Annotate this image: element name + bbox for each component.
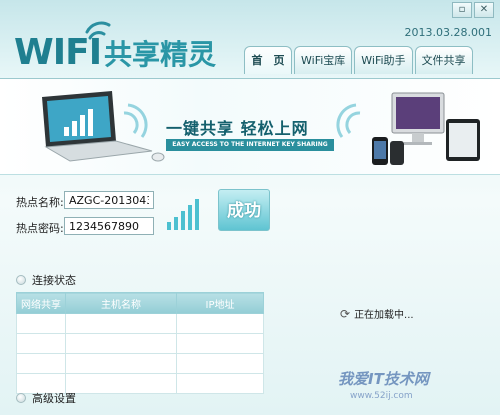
column-ip-address: IP地址 — [176, 292, 264, 314]
table-row — [16, 313, 264, 334]
hotspot-password-label: 热点密码: — [16, 222, 64, 235]
hotspot-password-input[interactable] — [64, 217, 154, 235]
advanced-settings-title: 高级设置 — [32, 392, 76, 405]
phone-icon — [372, 137, 404, 165]
restore-icon[interactable]: ▫ — [452, 2, 472, 18]
connection-status-title: 连接状态 — [32, 274, 76, 287]
advanced-settings-header[interactable]: 高级设置 — [16, 390, 76, 406]
svg-text:WIFI: WIFI — [14, 32, 101, 72]
refresh-icon: ⟳ — [340, 306, 351, 321]
window-controls: ▫ ✕ — [452, 2, 494, 18]
version-label: 2013.03.28.001 — [404, 26, 492, 39]
column-host-name: 主机名称 — [65, 292, 177, 314]
monitor-icon — [391, 92, 445, 145]
connection-status-header[interactable]: 连接状态 — [16, 272, 76, 288]
main-tabs: 首 页 WiFi宝库 WiFi助手 文件共享 — [244, 46, 473, 74]
promo-banner: 一键共享 轻松上网 EASY ACCESS TO THE INTERNET KE… — [0, 78, 500, 175]
app-logo: WIFI 共享精灵 — [12, 20, 222, 72]
tab-wifi-assistant[interactable]: WiFi助手 — [354, 46, 413, 74]
tab-file-sharing[interactable]: 文件共享 — [414, 46, 473, 74]
watermark-url: www.52ij.com — [350, 391, 413, 401]
title-bar: WIFI 共享精灵 ▫ ✕ 2013.03.28.001 首 页 WiFi宝库 … — [0, 0, 500, 78]
loading-text: 正在加载中... — [354, 310, 414, 321]
app-window: WIFI 共享精灵 ▫ ✕ 2013.03.28.001 首 页 WiFi宝库 … — [0, 0, 500, 415]
svg-text:共享精灵: 共享精灵 — [104, 38, 216, 71]
loading-status: ⟳ 正在加载中... — [340, 306, 414, 322]
connection-table: 网络共享 主机名称 IP地址 — [16, 292, 264, 394]
expand-dot-icon — [16, 393, 26, 403]
watermark-text: 我爱IT技术网 — [338, 370, 429, 388]
tablet-icon — [446, 119, 480, 161]
share-success-button[interactable]: 成功 — [218, 189, 270, 231]
signal-strength-icon — [167, 199, 199, 230]
table-row — [16, 353, 264, 374]
tab-wifi-library[interactable]: WiFi宝库 — [294, 46, 353, 74]
banner-slogan: 一键共享 轻松上网 — [166, 119, 309, 138]
hotspot-name-input[interactable] — [64, 191, 154, 209]
expand-dot-icon — [16, 275, 26, 285]
tab-home[interactable]: 首 页 — [244, 46, 292, 74]
column-network-share: 网络共享 — [16, 292, 66, 314]
close-icon[interactable]: ✕ — [474, 2, 494, 18]
hotspot-name-label: 热点名称: — [16, 196, 64, 209]
banner-slogan-en: EASY ACCESS TO THE INTERNET KEY SHARING — [166, 139, 334, 151]
table-row — [16, 333, 264, 354]
